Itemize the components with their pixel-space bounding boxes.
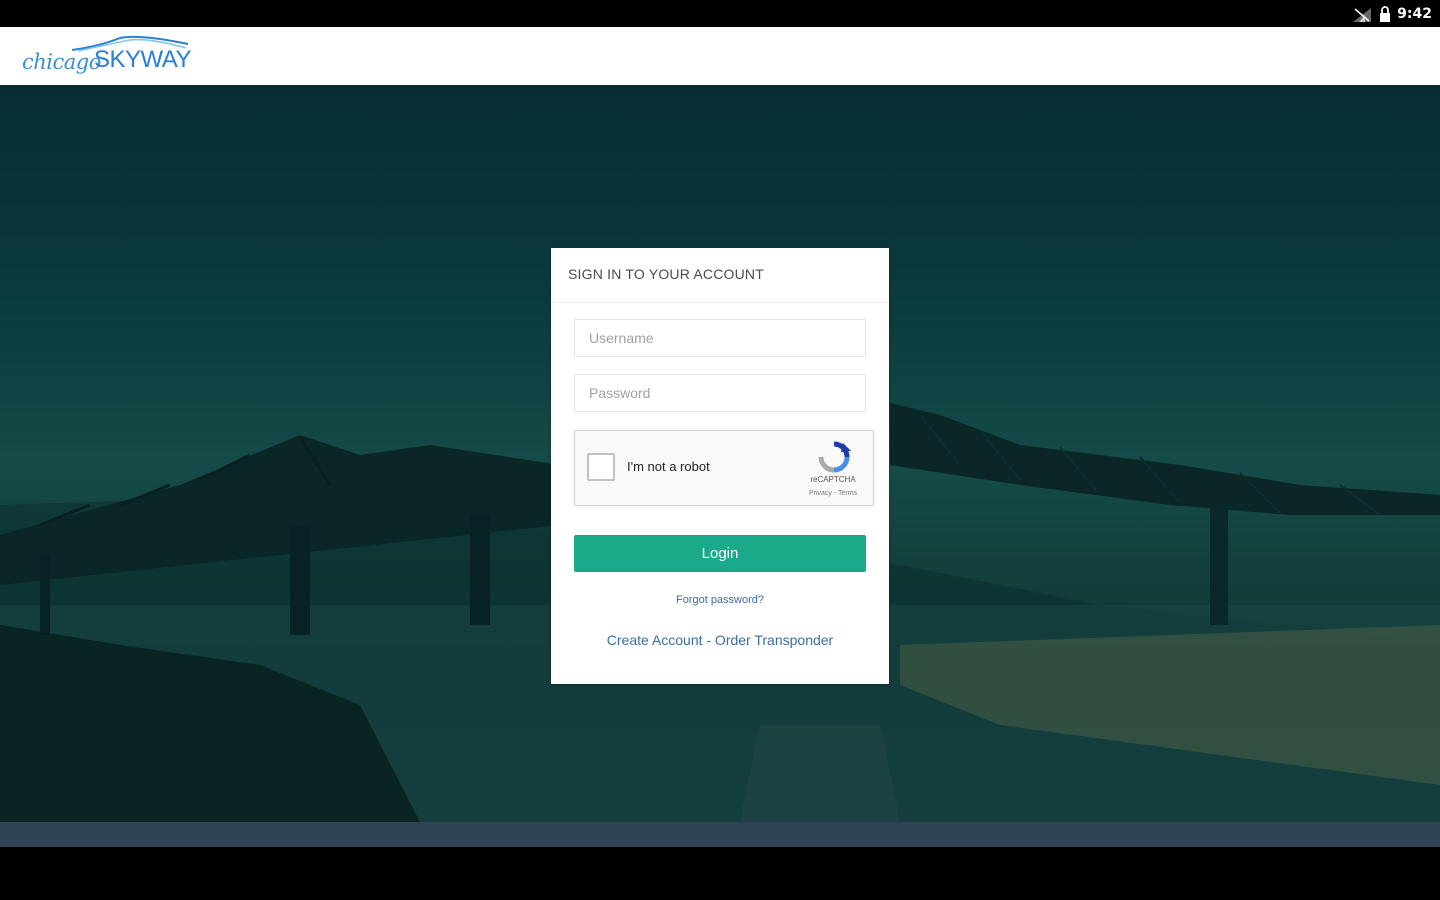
card-divider [551, 302, 889, 303]
recaptcha-brand: reCAPTCHA [810, 475, 856, 484]
username-input[interactable] [574, 319, 866, 357]
status-bar: 9:42 [0, 0, 1440, 27]
top-header: chicago SKYWAY [0, 27, 1440, 85]
password-input[interactable] [574, 374, 866, 412]
recaptcha-widget: I'm not a robot reCAPTCHA Privacy - Term… [574, 430, 874, 506]
recaptcha-terms-link[interactable]: Privacy - Terms [791, 490, 875, 497]
forgot-password-link[interactable]: Forgot password? [551, 594, 889, 606]
create-account-link[interactable]: Create Account - Order Transponder [551, 632, 889, 648]
login-button[interactable]: Login [574, 535, 866, 572]
login-card: SIGN IN TO YOUR ACCOUNT I'm not a robot … [551, 248, 889, 684]
footer-strip [0, 822, 1440, 847]
recaptcha-logo-icon [818, 441, 851, 473]
recaptcha-label: I'm not a robot [627, 459, 710, 474]
signal-icon [1351, 6, 1373, 22]
chicago-skyway-logo[interactable]: chicago SKYWAY [22, 32, 202, 80]
recaptcha-checkbox[interactable] [587, 453, 615, 481]
logo-text-chicago: chicago [22, 50, 101, 74]
status-icons: 9:42 [1351, 4, 1432, 24]
login-title: SIGN IN TO YOUR ACCOUNT [568, 266, 764, 282]
lock-icon [1379, 6, 1391, 22]
status-time: 9:42 [1397, 6, 1432, 22]
logo-text-skyway: SKYWAY [94, 46, 192, 73]
